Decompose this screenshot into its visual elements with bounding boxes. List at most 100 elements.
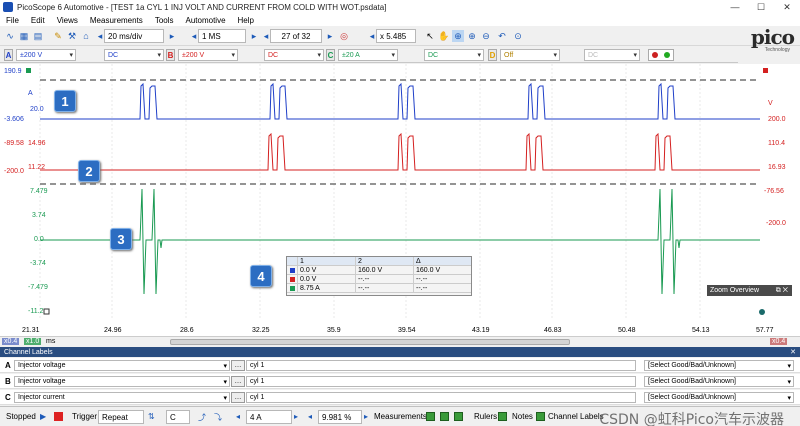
status-select[interactable]: [Select Good/Bad/Unknown] — [644, 376, 794, 387]
delete-measurement-icon[interactable] — [454, 412, 463, 421]
channel-a-button[interactable]: A — [4, 49, 13, 61]
capture-status: Stopped — [6, 412, 36, 421]
axis-b-label-1: -89.58 — [4, 140, 24, 147]
rising-edge-icon[interactable]: ⤴ — [198, 412, 206, 423]
zoom-factor[interactable]: x 5.485 — [376, 29, 416, 43]
samples-right-icon[interactable]: ▸ — [248, 30, 260, 42]
axis-c-label-3: 0.0 — [34, 236, 44, 243]
pretrigger-up-icon[interactable]: ▸ — [364, 412, 368, 421]
home-icon[interactable]: ⌂ — [80, 30, 92, 42]
axis-c-label-1: 7.479 — [30, 188, 48, 195]
ellipsis-button[interactable]: … — [231, 376, 245, 387]
callout-badge-2: 2 — [78, 160, 100, 182]
channel-b-scale-tag[interactable]: x0.4 — [770, 338, 788, 345]
channel-c-range[interactable]: ±20 A — [338, 49, 398, 61]
buffer-next-icon[interactable]: ▸ — [324, 30, 336, 42]
menu-help[interactable]: Help — [238, 16, 254, 25]
compass-icon[interactable]: ◎ — [338, 30, 350, 42]
trigger-channel-select[interactable]: C — [166, 410, 190, 424]
buffer-navigator[interactable]: 27 of 32 — [270, 29, 322, 43]
x-tick-9: 54.13 — [692, 327, 710, 334]
channel-b-coupling[interactable]: DC — [264, 49, 324, 61]
menu-measurements[interactable]: Measurements — [90, 16, 143, 25]
ruler-measurements-table[interactable]: 1 2 Δ 0.0 V 160.0 V 160.0 V 0.0 V --.-- … — [286, 256, 472, 296]
channel-name-select[interactable]: Injector voltage — [14, 376, 230, 387]
row-a-v2: 160.0 V — [355, 266, 413, 274]
zoom-select-icon[interactable]: ⊕ — [452, 30, 464, 42]
trigger-mode-select[interactable]: Repeat — [98, 410, 144, 424]
channel-d-button[interactable]: D — [488, 49, 497, 61]
timebase-select[interactable]: 20 ms/div — [104, 29, 164, 43]
menu-tools[interactable]: Tools — [155, 16, 174, 25]
menu-views[interactable]: Views — [57, 16, 78, 25]
scrollbar-thumb[interactable] — [170, 339, 570, 345]
channel-c-scale-tag[interactable]: x1.0 — [24, 338, 42, 345]
timebase-right-icon[interactable]: ▸ — [166, 30, 178, 42]
channel-b-range[interactable]: ±200 V — [178, 49, 238, 61]
falling-edge-icon[interactable]: ⤵ — [214, 412, 222, 423]
persistence-mode-icon[interactable]: ▦ — [18, 30, 30, 42]
ellipsis-button[interactable]: … — [231, 360, 245, 371]
row-c-v1: 8.75 A — [297, 284, 355, 292]
channel-a-scale-tag[interactable]: x0.4 — [2, 338, 20, 345]
zoom-out-icon[interactable]: ⊖ — [480, 30, 492, 42]
channel-label-input[interactable]: cyl 1 — [246, 392, 636, 403]
channel-labels-close-icon[interactable]: ✕ — [790, 348, 796, 356]
ellipsis-button[interactable]: … — [231, 392, 245, 403]
zoom-in-icon[interactable]: ⊕ — [466, 30, 478, 42]
axis-b-label-3: 11.22 — [28, 164, 45, 171]
trigger-level-input[interactable]: 4 A — [246, 410, 292, 424]
axis-a-max: 190.9 — [4, 68, 22, 75]
channel-c-coupling[interactable]: DC — [424, 49, 484, 61]
channel-a-coupling[interactable]: DC — [104, 49, 164, 61]
close-button[interactable]: ✕ — [774, 0, 800, 14]
spectrum-mode-icon[interactable]: ▤ — [32, 30, 44, 42]
menu-edit[interactable]: Edit — [31, 16, 45, 25]
pretrigger-input[interactable]: 9.981 % — [318, 410, 362, 424]
channel-a-range[interactable]: ±200 V — [16, 49, 76, 61]
channel-name-select[interactable]: Injector voltage — [14, 360, 230, 371]
channel-name-select[interactable]: Injector current — [14, 392, 230, 403]
edit-measurement-icon[interactable] — [440, 412, 449, 421]
level-up-icon[interactable]: ▸ — [294, 412, 298, 421]
hand-icon[interactable]: ✋ — [438, 30, 450, 42]
scope-mode-icon[interactable]: ∿ — [4, 30, 16, 42]
channel-d-range[interactable]: Off — [500, 49, 560, 61]
samples-select[interactable]: 1 MS — [198, 29, 246, 43]
rulers-icon[interactable] — [498, 412, 507, 421]
channel-b-button[interactable]: B — [166, 49, 175, 61]
channel-d-coupling[interactable]: DC — [584, 49, 640, 61]
zoom-overview-close-icon[interactable]: ⧉ ✕ — [776, 287, 788, 295]
x-tick-5: 39.54 — [398, 327, 416, 334]
zoom-overview-panel[interactable]: Zoom Overview ⧉ ✕ — [707, 285, 792, 296]
channel-label-input[interactable]: cyl 1 — [246, 360, 636, 371]
probe-icon[interactable]: ✎ — [52, 30, 64, 42]
channel-c-button[interactable]: C — [326, 49, 335, 61]
signal-generator-button[interactable] — [648, 49, 674, 61]
rulers-label: Rulers — [474, 412, 498, 421]
stop-icon[interactable] — [54, 412, 63, 421]
tools-icon[interactable]: ⚒ — [66, 30, 78, 42]
status-select[interactable]: [Select Good/Bad/Unknown] — [644, 392, 794, 403]
minimize-button[interactable]: — — [722, 0, 748, 14]
trigger-edge-icon[interactable]: ⇅ — [148, 412, 155, 421]
status-select[interactable]: [Select Good/Bad/Unknown] — [644, 360, 794, 371]
level-down-icon[interactable]: ◂ — [236, 412, 240, 421]
channel-labels-label: Channel Labels — [548, 412, 604, 421]
add-measurement-icon[interactable] — [426, 412, 435, 421]
row-a-v1: 0.0 V — [297, 266, 355, 274]
pretrigger-down-icon[interactable]: ◂ — [308, 412, 312, 421]
pointer-icon[interactable]: ↖ — [424, 30, 436, 42]
menu-file[interactable]: File — [6, 16, 19, 25]
menu-automotive[interactable]: Automotive — [186, 16, 226, 25]
zoom-fit-icon[interactable]: ⊙ — [512, 30, 524, 42]
run-icon[interactable]: ▶ — [40, 412, 46, 421]
maximize-button[interactable]: ☐ — [748, 0, 774, 14]
undo-zoom-icon[interactable]: ↶ — [496, 30, 508, 42]
ruler-col-1: 1 — [297, 257, 355, 265]
x-tick-7: 46.83 — [544, 327, 562, 334]
notes-icon[interactable] — [536, 412, 545, 421]
channel-label-input[interactable]: cyl 1 — [246, 376, 636, 387]
time-scrollbar[interactable]: x0.4 x1.0 ms x0.4 — [0, 336, 800, 346]
channel-c-swatch — [289, 285, 295, 291]
